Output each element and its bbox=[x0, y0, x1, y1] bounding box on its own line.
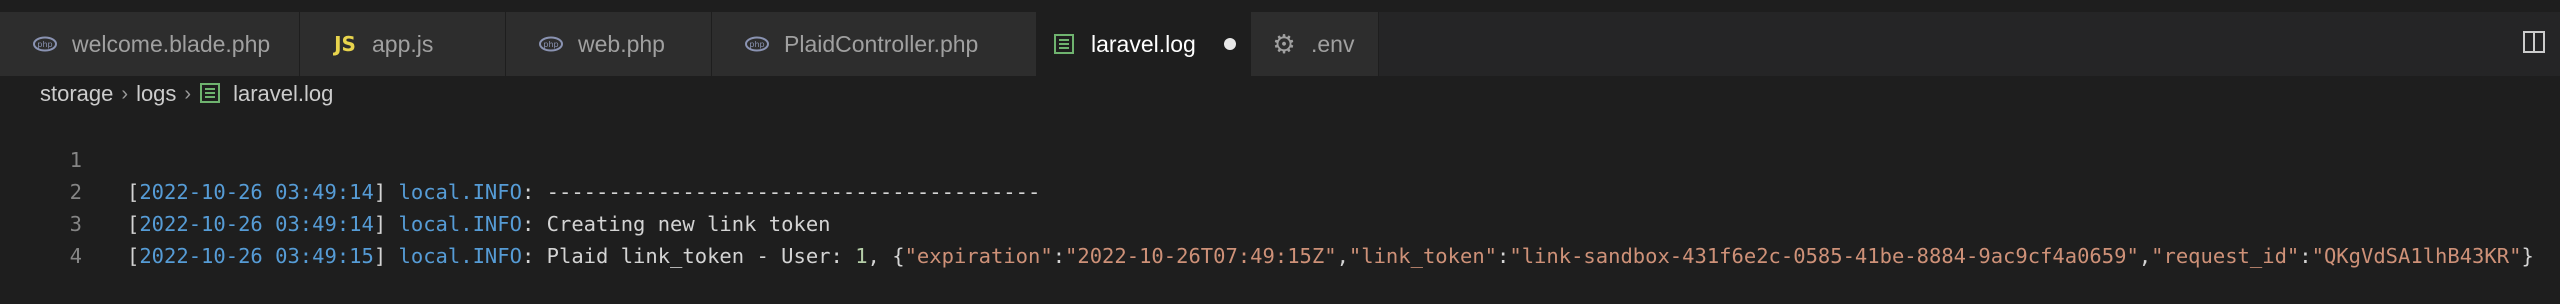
code-line: 4 bbox=[0, 208, 2560, 268]
chevron-right-icon: › bbox=[121, 82, 129, 105]
punctuation: , bbox=[1336, 244, 1349, 268]
bracket: [ bbox=[127, 244, 140, 268]
json-key: "link_token" bbox=[1348, 244, 1498, 268]
json-value: "link-sandbox-431f6e2c-0585-41be-8884-9a… bbox=[1509, 244, 2139, 268]
punctuation: , { bbox=[867, 244, 905, 268]
log-message: : Plaid link_token - User: bbox=[521, 244, 856, 268]
breadcrumb-item-logs[interactable]: logs bbox=[136, 81, 176, 107]
line-number: 4 bbox=[69, 244, 82, 268]
tab-label: app.js bbox=[372, 30, 434, 57]
tab-label: web.php bbox=[578, 30, 665, 57]
tab-label: laravel.log bbox=[1091, 30, 1196, 57]
js-icon: JS bbox=[334, 32, 356, 56]
svg-text:php: php bbox=[543, 40, 558, 49]
json-key: "expiration" bbox=[904, 244, 1053, 268]
tab-plaidcontroller-php[interactable]: php PlaidController.php bbox=[712, 12, 1037, 76]
punctuation: : bbox=[1052, 244, 1066, 268]
php-elephant-icon: php bbox=[538, 31, 564, 57]
json-value: "QKgVdSA1lhB43KR" bbox=[2311, 244, 2522, 268]
log-file-icon bbox=[199, 82, 223, 106]
punctuation: : bbox=[2299, 244, 2312, 268]
code-line: 1 [2022-10-26 03:49:14] local.INFO: ----… bbox=[0, 112, 2560, 204]
tab-bar-empty-space bbox=[1379, 12, 2560, 76]
tab-label: welcome.blade.php bbox=[72, 30, 271, 57]
punctuation: } bbox=[2521, 244, 2534, 268]
tab-label: .env bbox=[1311, 30, 1355, 57]
punctuation: , bbox=[2138, 244, 2152, 268]
log-file-icon bbox=[1051, 31, 1077, 57]
log-level: local.INFO bbox=[398, 244, 522, 268]
editor-tab-bar: php welcome.blade.php JS app.js php web.… bbox=[0, 12, 2560, 76]
tab-web-php[interactable]: php web.php bbox=[506, 12, 712, 76]
window-top-strip bbox=[0, 0, 2560, 12]
php-elephant-icon: php bbox=[32, 31, 58, 57]
line-content: [2022-10-26 03:49:15] local.INFO: Plaid … bbox=[127, 240, 2534, 272]
svg-text:php: php bbox=[37, 40, 52, 49]
code-line: 3 [2022-10-26 03:49:15] local.INFO: Plai… bbox=[0, 176, 2560, 268]
breadcrumb-item-laravel-log[interactable]: laravel.log bbox=[233, 81, 333, 107]
json-value: "2022-10-26T07:49:15Z" bbox=[1065, 244, 1337, 268]
breadcrumb-item-storage[interactable]: storage bbox=[40, 81, 113, 107]
tab-laravel-log[interactable]: laravel.log bbox=[1037, 12, 1251, 76]
tab-env[interactable]: ⚙ .env bbox=[1251, 12, 1379, 76]
bracket: ] bbox=[373, 244, 387, 268]
chevron-right-icon: › bbox=[184, 82, 192, 105]
json-key: "request_id" bbox=[2151, 244, 2300, 268]
code-line: 2 [2022-10-26 03:49:14] local.INFO: Crea… bbox=[0, 144, 2560, 236]
code-editor[interactable]: 1 [2022-10-26 03:49:14] local.INFO: ----… bbox=[0, 112, 2560, 268]
tab-welcome-blade-php[interactable]: php welcome.blade.php bbox=[0, 12, 300, 76]
user-id-number: 1 bbox=[855, 244, 868, 268]
svg-text:php: php bbox=[749, 40, 764, 49]
log-timestamp: 2022-10-26 03:49:15 bbox=[139, 244, 374, 268]
php-elephant-icon: php bbox=[744, 31, 770, 57]
breadcrumb: storage › logs › laravel.log bbox=[40, 78, 333, 110]
tab-label: PlaidController.php bbox=[784, 30, 979, 57]
tab-app-js[interactable]: JS app.js bbox=[300, 12, 506, 76]
punctuation: : bbox=[1497, 244, 1510, 268]
unsaved-changes-dot-icon[interactable] bbox=[1223, 38, 1236, 50]
split-editor-icon[interactable] bbox=[2522, 30, 2548, 56]
gear-icon: ⚙ bbox=[1272, 28, 1296, 59]
